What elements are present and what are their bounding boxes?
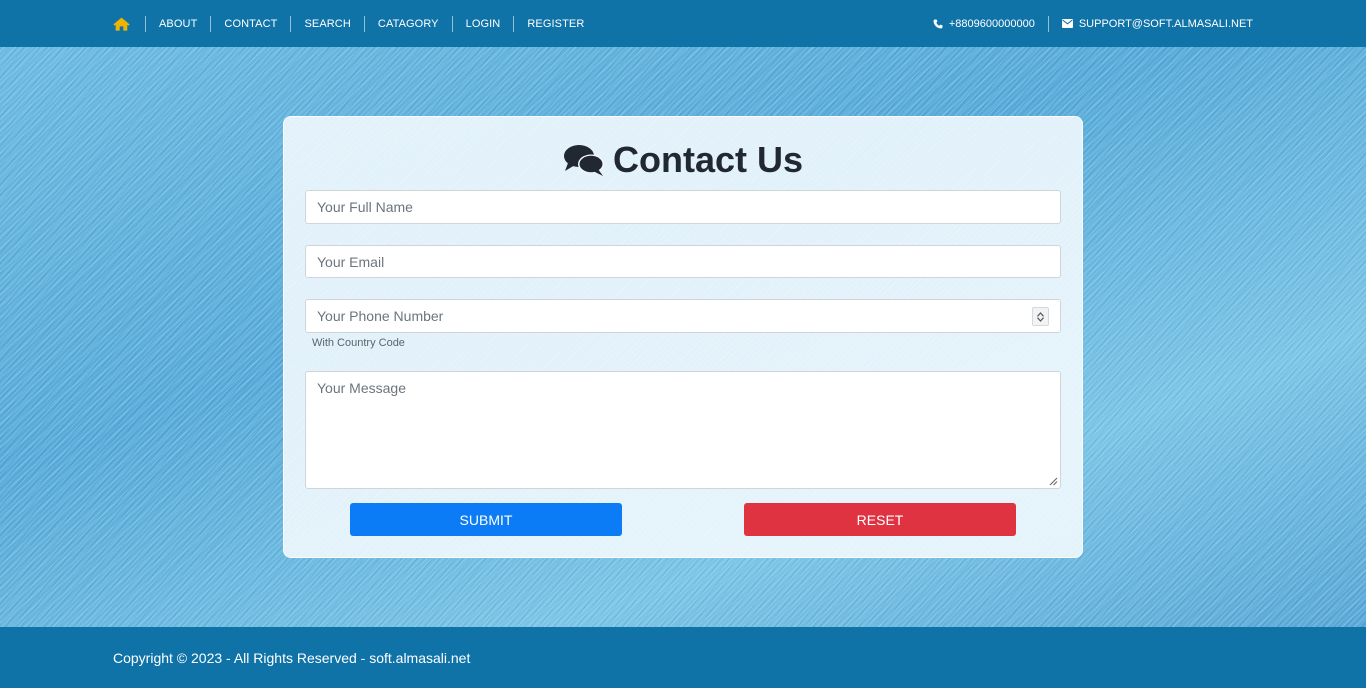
- nav-catagory[interactable]: CATAGORY: [363, 15, 452, 32]
- main-nav: ABOUT CONTACT SEARCH CATAGORY LOGIN REGI…: [113, 0, 597, 47]
- resize-grip-icon[interactable]: [1048, 476, 1058, 486]
- email-link[interactable]: SUPPORT@SOFT.ALMASALI.NET: [1047, 15, 1253, 32]
- phone-placeholder: Your Phone Number: [317, 308, 444, 324]
- contact-card: Contact Us Your Full Name Your Email You…: [283, 116, 1083, 558]
- chevron-down-icon: [1037, 316, 1044, 322]
- email-placeholder: Your Email: [317, 253, 385, 270]
- full-name-input[interactable]: Your Full Name: [305, 190, 1061, 224]
- submit-button[interactable]: SUBMIT: [350, 503, 622, 536]
- contact-info: +8809600000000 SUPPORT@SOFT.ALMASALI.NET: [920, 0, 1253, 47]
- home-icon[interactable]: [113, 16, 131, 32]
- top-navbar: ABOUT CONTACT SEARCH CATAGORY LOGIN REGI…: [0, 0, 1366, 47]
- phone-number: +8809600000000: [948, 17, 1035, 30]
- full-name-placeholder: Your Full Name: [317, 199, 413, 215]
- card-title: Contact Us: [284, 139, 1082, 181]
- nav-login[interactable]: LOGIN: [451, 15, 514, 32]
- reset-button[interactable]: RESET: [744, 503, 1016, 536]
- phone-input[interactable]: Your Phone Number: [305, 299, 1061, 333]
- message-placeholder: Your Message: [317, 380, 406, 396]
- phone-link[interactable]: +8809600000000: [920, 16, 1048, 32]
- email-input[interactable]: Your Email: [305, 245, 1061, 278]
- nav-register[interactable]: REGISTER: [513, 15, 597, 32]
- nav-about[interactable]: ABOUT: [145, 15, 210, 32]
- message-textarea[interactable]: Your Message: [305, 371, 1061, 489]
- number-spinner[interactable]: [1032, 307, 1049, 326]
- nav-search[interactable]: SEARCH: [290, 15, 363, 32]
- phone-icon: [933, 19, 943, 28]
- copyright-text: Copyright © 2023 - All Rights Reserved -…: [113, 649, 471, 666]
- envelope-icon: [1061, 19, 1073, 28]
- phone-hint: With Country Code: [312, 337, 405, 349]
- page-title: Contact Us: [612, 139, 804, 180]
- email-address: SUPPORT@SOFT.ALMASALI.NET: [1078, 17, 1253, 30]
- comments-icon: [563, 145, 604, 176]
- nav-contact[interactable]: CONTACT: [210, 15, 290, 32]
- footer: Copyright © 2023 - All Rights Reserved -…: [0, 627, 1366, 688]
